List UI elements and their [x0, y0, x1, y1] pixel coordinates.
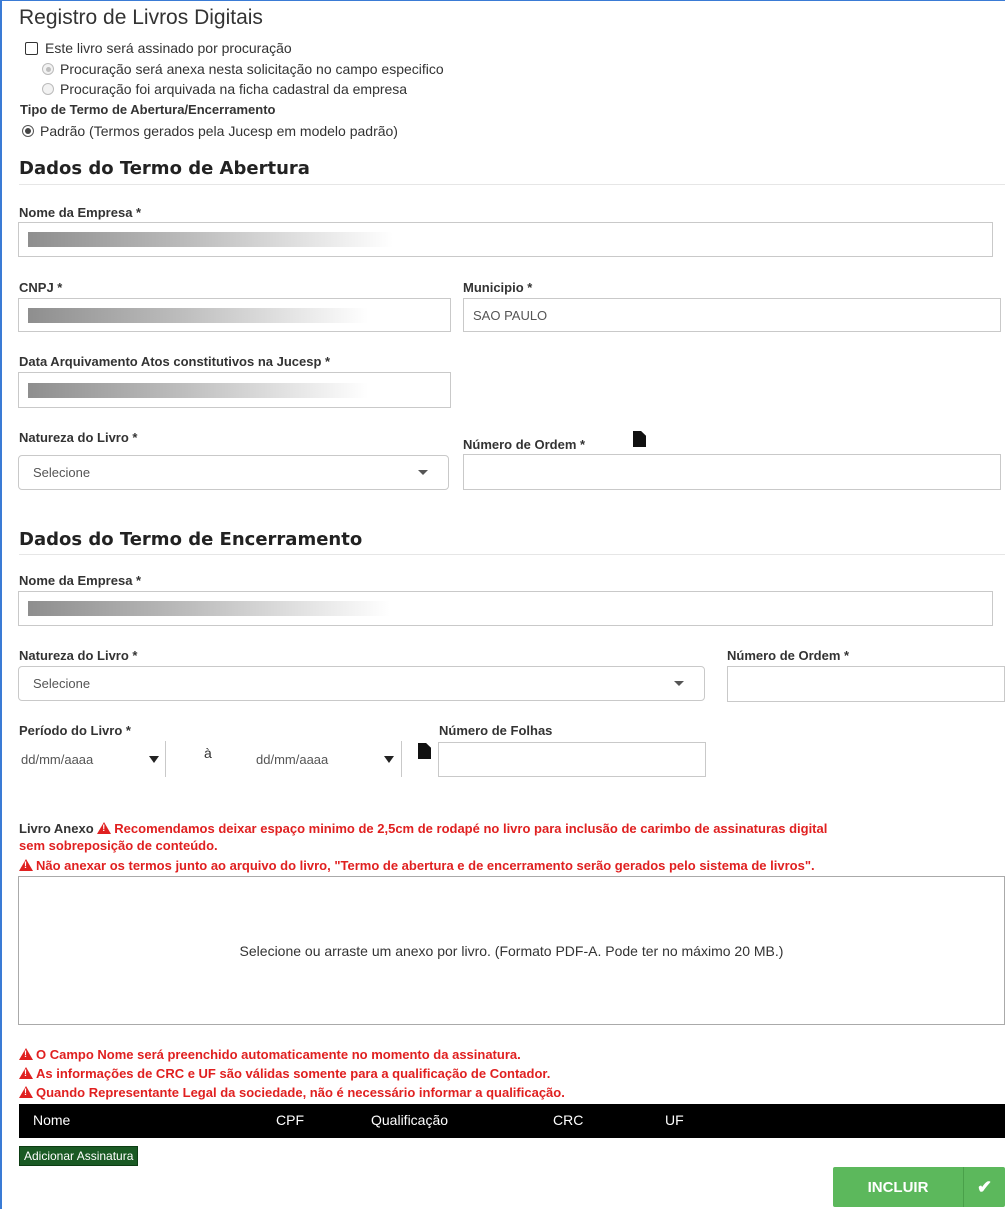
livro-anexo-warning-rodape: Recomendamos deixar espaço minimo de 2,5…: [114, 821, 828, 836]
incluir-button[interactable]: INCLUIR ✔: [833, 1167, 1005, 1207]
abertura-data-arquivamento-label: Data Arquivamento Atos constitutivos na …: [19, 354, 331, 369]
encerramento-numero-folhas-label: Número de Folhas: [439, 723, 553, 738]
assinatura-note: O Campo Nome será preenchido automaticam…: [19, 1045, 565, 1064]
abertura-natureza-label: Natureza do Livro *: [19, 430, 138, 445]
page-title: Registro de Livros Digitais: [19, 6, 263, 29]
livro-anexo-label: Livro Anexo: [19, 821, 94, 836]
periodo-fim-date-input[interactable]: dd/mm/aaaa: [256, 741, 394, 777]
column-header-cpf: CPF: [276, 1112, 304, 1128]
assinatura-note-text: O Campo Nome será preenchido automaticam…: [36, 1047, 521, 1062]
encerramento-numero-ordem-input[interactable]: [727, 666, 1005, 702]
encerramento-nome-empresa-input[interactable]: [18, 591, 993, 626]
tipo-termo-padrao[interactable]: Padrão (Termos gerados pela Jucesp em mo…: [22, 123, 398, 139]
warning-icon: [19, 1067, 33, 1079]
encerramento-periodo-label: Período do Livro *: [19, 723, 131, 738]
periodo-inicio-placeholder: dd/mm/aaaa: [21, 751, 94, 767]
radio-procuracao-arquivada: [42, 83, 54, 95]
procuracao-option-arquivada: Procuração foi arquivada na ficha cadast…: [42, 81, 407, 97]
incluir-button-label: INCLUIR: [867, 1178, 929, 1196]
procuracao-checkbox-row[interactable]: Este livro será assinado por procuração: [25, 40, 292, 56]
document-icon[interactable]: [418, 743, 431, 759]
abertura-municipio-input[interactable]: SAO PAULO: [463, 298, 1001, 332]
section-divider: [19, 554, 1005, 555]
assinaturas-table-header: Nome CPF Qualificação CRC UF: [19, 1104, 1005, 1138]
redacted-value: [28, 382, 368, 398]
assinatura-note-text: As informações de CRC e UF são válidas s…: [36, 1066, 551, 1081]
radio-procuracao-arquivada-label: Procuração foi arquivada na ficha cadast…: [60, 81, 408, 97]
radio-tipo-padrao[interactable]: [22, 125, 34, 137]
radio-tipo-padrao-label: Padrão (Termos gerados pela Jucesp em mo…: [40, 123, 398, 139]
warning-icon: [97, 822, 112, 834]
encerramento-numero-folhas-input[interactable]: [438, 742, 706, 777]
livro-anexo-header: Livro Anexo Recomendamos deixar espaço m…: [19, 820, 1005, 838]
abertura-natureza-value: Selecione: [33, 465, 91, 480]
procuracao-checkbox-label: Este livro será assinado por procuração: [45, 40, 292, 56]
abertura-municipio-label: Municipio *: [463, 280, 533, 295]
abertura-numero-ordem-label: Número de Ordem *: [463, 437, 586, 452]
tipo-termo-label: Tipo de Termo de Abertura/Encerramento: [20, 102, 276, 117]
column-header-uf: UF: [665, 1112, 684, 1128]
section-title-abertura: Dados do Termo de Abertura: [19, 158, 310, 179]
section-title-encerramento: Dados do Termo de Encerramento: [19, 529, 363, 550]
document-icon[interactable]: [633, 431, 646, 447]
periodo-inicio-date-input[interactable]: dd/mm/aaaa: [21, 741, 159, 777]
column-header-nome: Nome: [33, 1112, 71, 1128]
periodo-separator: à: [204, 745, 212, 761]
date-input-border: [165, 741, 166, 777]
abertura-nome-empresa-label: Nome da Empresa *: [19, 205, 142, 220]
encerramento-nome-empresa-label: Nome da Empresa *: [19, 573, 142, 588]
dropdown-arrow-icon[interactable]: [149, 755, 159, 763]
anexo-dropzone-text: Selecione ou arraste um anexo por livro.…: [239, 942, 784, 959]
encerramento-natureza-value: Selecione: [33, 676, 91, 691]
abertura-data-arquivamento-input[interactable]: [18, 372, 451, 408]
encerramento-natureza-select[interactable]: Selecione: [18, 666, 705, 701]
redacted-value: [28, 307, 368, 323]
date-input-border: [401, 741, 402, 777]
abertura-cnpj-input[interactable]: [18, 298, 451, 332]
abertura-natureza-select[interactable]: Selecione: [18, 455, 449, 490]
abertura-numero-ordem-input[interactable]: [463, 454, 1001, 490]
adicionar-assinatura-button[interactable]: Adicionar Assinatura: [19, 1146, 139, 1166]
livro-anexo-warning-termos-row: Não anexar os termos junto ao arquivo do…: [19, 857, 1005, 875]
window-left-border: [0, 0, 2, 1209]
section-divider: [19, 184, 1005, 185]
warning-icon: [19, 1086, 33, 1098]
assinatura-note: Quando Representante Legal da sociedade,…: [19, 1083, 565, 1102]
warning-icon: [19, 1048, 33, 1060]
encerramento-natureza-label: Natureza do Livro *: [19, 648, 138, 663]
abertura-cnpj-label: CNPJ *: [19, 280, 63, 295]
procuracao-checkbox[interactable]: [25, 41, 38, 55]
redacted-value: [28, 232, 393, 247]
encerramento-numero-ordem-label: Número de Ordem *: [727, 648, 850, 663]
assinatura-note-text: Quando Representante Legal da sociedade,…: [36, 1085, 565, 1100]
livro-anexo-warning-rodape-cont: sem sobreposição de conteúdo.: [19, 838, 218, 853]
livro-anexo-warning-termos: Não anexar os termos junto ao arquivo do…: [36, 858, 815, 873]
redacted-value: [28, 601, 390, 616]
radio-procuracao-anexa-label: Procuração será anexa nesta solicitação …: [60, 61, 444, 77]
chevron-down-icon: [418, 470, 428, 475]
dropdown-arrow-icon[interactable]: [384, 755, 394, 763]
column-header-crc: CRC: [553, 1112, 584, 1128]
column-header-qualificacao: Qualificação: [371, 1112, 449, 1128]
periodo-fim-placeholder: dd/mm/aaaa: [256, 751, 329, 767]
window-top-border: [0, 0, 1005, 1]
chevron-down-icon: [674, 681, 684, 686]
assinatura-note: As informações de CRC e UF são válidas s…: [19, 1064, 565, 1083]
warning-icon: [19, 859, 33, 871]
abertura-nome-empresa-input[interactable]: [18, 222, 993, 257]
abertura-municipio-value: SAO PAULO: [473, 307, 548, 323]
anexo-dropzone[interactable]: Selecione ou arraste um anexo por livro.…: [18, 876, 1005, 1025]
assinatura-notes: O Campo Nome será preenchido automaticam…: [19, 1045, 565, 1102]
procuracao-option-anexa: Procuração será anexa nesta solicitação …: [42, 61, 444, 77]
radio-procuracao-anexa: [42, 63, 54, 75]
check-icon: ✔: [976, 1176, 993, 1197]
